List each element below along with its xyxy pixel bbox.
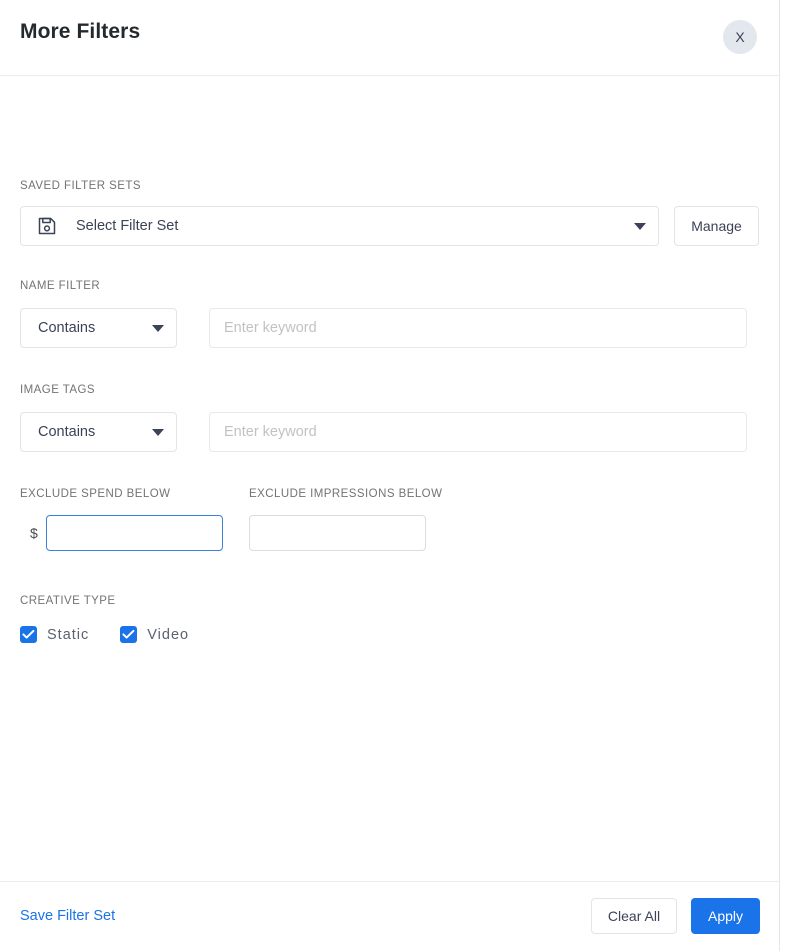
checkbox-static[interactable] — [20, 626, 37, 643]
exclude-impressions-label: EXCLUDE IMPRESSIONS BELOW — [249, 488, 443, 500]
image-tags-label: IMAGE TAGS — [20, 384, 96, 396]
image-tags-row: Contains — [20, 412, 747, 452]
panel-body: SAVED FILTER SETS Select Filter Set Mana… — [0, 76, 779, 881]
save-floppy-icon — [37, 216, 57, 236]
close-icon[interactable]: X — [723, 20, 757, 54]
creative-type-options: Static Video — [20, 626, 189, 643]
saved-filter-sets-label: SAVED FILTER SETS — [20, 180, 141, 192]
footer-actions: Clear All Apply — [591, 898, 760, 934]
save-filter-set-link[interactable]: Save Filter Set — [20, 908, 115, 924]
name-filter-row: Contains — [20, 308, 747, 348]
image-tags-operator-dropdown[interactable]: Contains — [20, 412, 177, 452]
exclude-spend-input[interactable] — [46, 515, 223, 551]
creative-type-option-video[interactable]: Video — [120, 626, 189, 643]
name-filter-operator-dropdown[interactable]: Contains — [20, 308, 177, 348]
saved-filter-sets-row: Select Filter Set Manage — [20, 206, 759, 246]
name-filter-label: NAME FILTER — [20, 280, 101, 292]
name-filter-operator-value: Contains — [38, 320, 96, 336]
exclude-spend-row: $ — [20, 515, 249, 551]
manage-button[interactable]: Manage — [674, 206, 759, 246]
currency-symbol: $ — [30, 525, 38, 541]
exclude-spend-column: EXCLUDE SPEND BELOW $ — [20, 484, 249, 551]
panel-header: More Filters X — [0, 0, 779, 76]
checkbox-video[interactable] — [120, 626, 138, 643]
clear-all-button[interactable]: Clear All — [591, 898, 677, 934]
exclude-thresholds-section: EXCLUDE SPEND BELOW $ EXCLUDE IMPRESSION… — [20, 484, 478, 551]
name-filter-section: NAME FILTER Contains — [20, 276, 747, 348]
creative-type-label: CREATIVE TYPE — [20, 595, 116, 607]
exclude-impressions-row — [249, 515, 478, 551]
creative-type-section: CREATIVE TYPE Static Video — [20, 591, 189, 643]
apply-button[interactable]: Apply — [691, 898, 760, 934]
exclude-columns: EXCLUDE SPEND BELOW $ EXCLUDE IMPRESSION… — [20, 484, 478, 551]
chevron-down-icon — [152, 428, 164, 436]
checkbox-static-label[interactable]: Static — [47, 627, 89, 643]
exclude-impressions-input[interactable] — [249, 515, 426, 551]
panel-footer: Save Filter Set Clear All Apply — [0, 881, 779, 951]
name-filter-keyword-input[interactable] — [209, 308, 747, 348]
exclude-impressions-column: EXCLUDE IMPRESSIONS BELOW — [249, 484, 478, 551]
checkbox-video-label[interactable]: Video — [147, 627, 189, 643]
creative-type-option-static[interactable]: Static — [20, 626, 89, 643]
exclude-spend-label: EXCLUDE SPEND BELOW — [20, 488, 171, 500]
page-title: More Filters — [20, 20, 141, 43]
select-filter-set-value: Select Filter Set — [76, 218, 179, 234]
chevron-down-icon — [634, 222, 646, 230]
chevron-down-icon — [152, 324, 164, 332]
image-tags-section: IMAGE TAGS Contains — [20, 380, 747, 452]
more-filters-panel: More Filters X SAVED FILTER SETS Select … — [0, 0, 780, 951]
image-tags-operator-value: Contains — [38, 424, 96, 440]
image-tags-keyword-input[interactable] — [209, 412, 747, 452]
saved-filter-sets-section: SAVED FILTER SETS Select Filter Set Mana… — [20, 180, 759, 246]
select-filter-set-dropdown[interactable]: Select Filter Set — [20, 206, 659, 246]
